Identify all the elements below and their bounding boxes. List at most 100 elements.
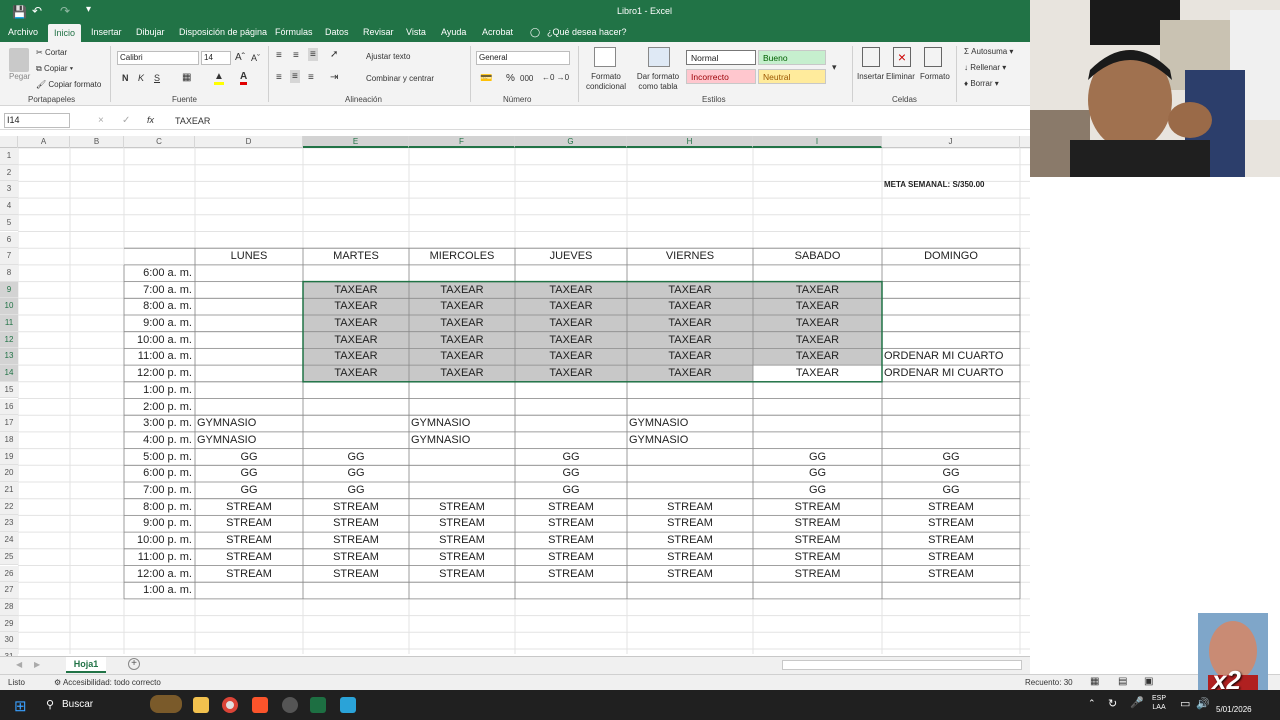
schedule-cell[interactable]: STREAM — [303, 533, 409, 548]
schedule-cell[interactable]: STREAM — [195, 516, 303, 531]
accessibility-status[interactable]: ⚙ Accesibilidad: todo correcto — [54, 678, 161, 687]
row-header-24[interactable]: 24 — [0, 532, 18, 549]
cancel-icon[interactable]: × — [98, 115, 104, 126]
schedule-cell[interactable]: TAXEAR — [409, 316, 515, 331]
col-header-h[interactable]: H — [627, 136, 753, 148]
col-header-b[interactable]: B — [70, 136, 124, 148]
day-header-domingo[interactable]: DOMINGO — [882, 249, 1020, 264]
row-header-10[interactable]: 10 — [0, 298, 18, 315]
schedule-cell[interactable]: GYMNASIO — [197, 433, 256, 448]
language-indicator[interactable]: ESP LAA — [1152, 694, 1166, 712]
menu-disposicion[interactable]: Disposición de página — [179, 27, 267, 37]
time-cell[interactable]: 10:00 a. m. — [124, 333, 192, 348]
decimal-icon[interactable]: ←0 →0 — [542, 73, 569, 82]
schedule-cell[interactable]: STREAM — [627, 500, 753, 515]
schedule-cell[interactable]: STREAM — [515, 533, 627, 548]
schedule-cell[interactable]: STREAM — [515, 500, 627, 515]
day-header-viernes[interactable]: VIERNES — [627, 249, 753, 264]
schedule-cell[interactable]: STREAM — [303, 500, 409, 515]
schedule-cell[interactable]: STREAM — [195, 567, 303, 582]
horizontal-scrollbar[interactable] — [782, 660, 1022, 670]
time-cell[interactable]: 9:00 p. m. — [124, 516, 192, 531]
schedule-cell[interactable]: TAXEAR — [753, 299, 882, 314]
col-header-g[interactable]: G — [515, 136, 627, 148]
time-cell[interactable]: 12:00 p. m. — [124, 366, 192, 381]
schedule-cell[interactable]: TAXEAR — [409, 299, 515, 314]
customize-qat-icon[interactable]: ▾ — [86, 4, 91, 15]
row-header-30[interactable]: 30 — [0, 632, 18, 649]
schedule-cell[interactable]: STREAM — [882, 533, 1020, 548]
align-bottom-icon[interactable]: ≡ — [308, 48, 318, 61]
schedule-cell[interactable]: TAXEAR — [515, 333, 627, 348]
schedule-cell[interactable]: GG — [303, 450, 409, 465]
schedule-cell[interactable]: STREAM — [882, 567, 1020, 582]
col-header-i[interactable]: I — [753, 136, 882, 148]
number-format-select[interactable]: General — [476, 51, 570, 65]
schedule-cell[interactable]: TAXEAR — [409, 366, 515, 381]
menu-dibujar[interactable]: Dibujar — [136, 27, 165, 37]
schedule-cell[interactable]: GG — [882, 466, 1020, 481]
underline-button[interactable]: S — [154, 73, 160, 83]
format-table-icon[interactable] — [648, 47, 670, 67]
conditional-format-button[interactable]: Formato condicional — [584, 72, 628, 92]
tray-mic-icon[interactable]: 🎤 — [1130, 696, 1144, 709]
schedule-cell[interactable]: STREAM — [515, 550, 627, 565]
menu-insertar[interactable]: Insertar — [91, 27, 122, 37]
schedule-cell[interactable]: STREAM — [627, 550, 753, 565]
format-painter-button[interactable]: 🖌 Copiar formato — [36, 80, 101, 89]
row-header-3[interactable]: 3 — [0, 181, 18, 199]
copy-button[interactable]: ⧉ Copiar ▾ — [36, 64, 73, 74]
chrome-icon[interactable] — [222, 697, 238, 713]
row-header-19[interactable]: 19 — [0, 448, 18, 466]
schedule-cell[interactable]: STREAM — [627, 533, 753, 548]
brave-icon[interactable] — [252, 697, 268, 713]
conditional-format-icon[interactable] — [594, 47, 616, 67]
add-sheet-button[interactable]: + — [128, 658, 140, 670]
menu-ayuda[interactable]: Ayuda — [441, 27, 466, 37]
row-header-4[interactable]: 4 — [0, 198, 18, 215]
time-cell[interactable]: 8:00 a. m. — [124, 299, 192, 314]
tell-me-box[interactable]: ¿Qué desea hacer? — [547, 27, 627, 37]
menu-revisar[interactable]: Revisar — [363, 27, 394, 37]
time-cell[interactable]: 6:00 a. m. — [124, 266, 192, 281]
time-cell[interactable]: 12:00 a. m. — [124, 567, 192, 582]
clear-button[interactable]: ♦ Borrar ▾ — [964, 79, 999, 88]
row-header-13[interactable]: 13 — [0, 348, 18, 366]
schedule-cell[interactable]: ORDENAR MI CUARTO — [884, 366, 1003, 381]
time-cell[interactable]: 7:00 p. m. — [124, 483, 192, 498]
formula-input[interactable]: TAXEAR — [175, 116, 210, 126]
schedule-cell[interactable]: TAXEAR — [409, 349, 515, 364]
schedule-cell[interactable]: TAXEAR — [627, 333, 753, 348]
schedule-cell[interactable]: STREAM — [882, 550, 1020, 565]
indent-icon[interactable]: ⇥ — [330, 72, 338, 83]
tray-chevron-icon[interactable]: ⌃ — [1088, 698, 1096, 709]
row-header-15[interactable]: 15 — [0, 381, 18, 399]
time-cell[interactable]: 6:00 p. m. — [124, 466, 192, 481]
schedule-cell[interactable]: STREAM — [409, 567, 515, 582]
undo-icon[interactable]: ↶ — [32, 4, 42, 18]
col-header-d[interactable]: D — [195, 136, 303, 148]
schedule-cell[interactable]: TAXEAR — [303, 366, 409, 381]
schedule-cell[interactable]: STREAM — [195, 533, 303, 548]
style-good[interactable]: Bueno — [758, 50, 826, 65]
schedule-cell[interactable]: GG — [753, 483, 882, 498]
schedule-cell[interactable]: STREAM — [753, 550, 882, 565]
schedule-cell[interactable]: TAXEAR — [627, 349, 753, 364]
italic-button[interactable]: K — [138, 73, 144, 83]
col-header-f[interactable]: F — [409, 136, 515, 148]
align-left-icon[interactable]: ≡ — [276, 72, 282, 83]
schedule-cell[interactable]: TAXEAR — [627, 366, 753, 381]
paste-button[interactable]: Pegar — [9, 72, 30, 81]
schedule-cell[interactable]: STREAM — [515, 567, 627, 582]
schedule-cell[interactable]: TAXEAR — [515, 316, 627, 331]
time-cell[interactable]: 8:00 p. m. — [124, 500, 192, 515]
schedule-cell[interactable]: STREAM — [195, 500, 303, 515]
time-cell[interactable]: 11:00 p. m. — [124, 550, 192, 565]
time-cell[interactable]: 2:00 p. m. — [124, 400, 192, 415]
row-header-7[interactable]: 7 — [0, 248, 18, 265]
schedule-cell[interactable]: TAXEAR — [753, 316, 882, 331]
page-break-icon[interactable]: ▣ — [1144, 676, 1153, 687]
schedule-cell[interactable]: STREAM — [409, 516, 515, 531]
schedule-cell[interactable]: TAXEAR — [409, 333, 515, 348]
schedule-cell[interactable]: STREAM — [753, 567, 882, 582]
